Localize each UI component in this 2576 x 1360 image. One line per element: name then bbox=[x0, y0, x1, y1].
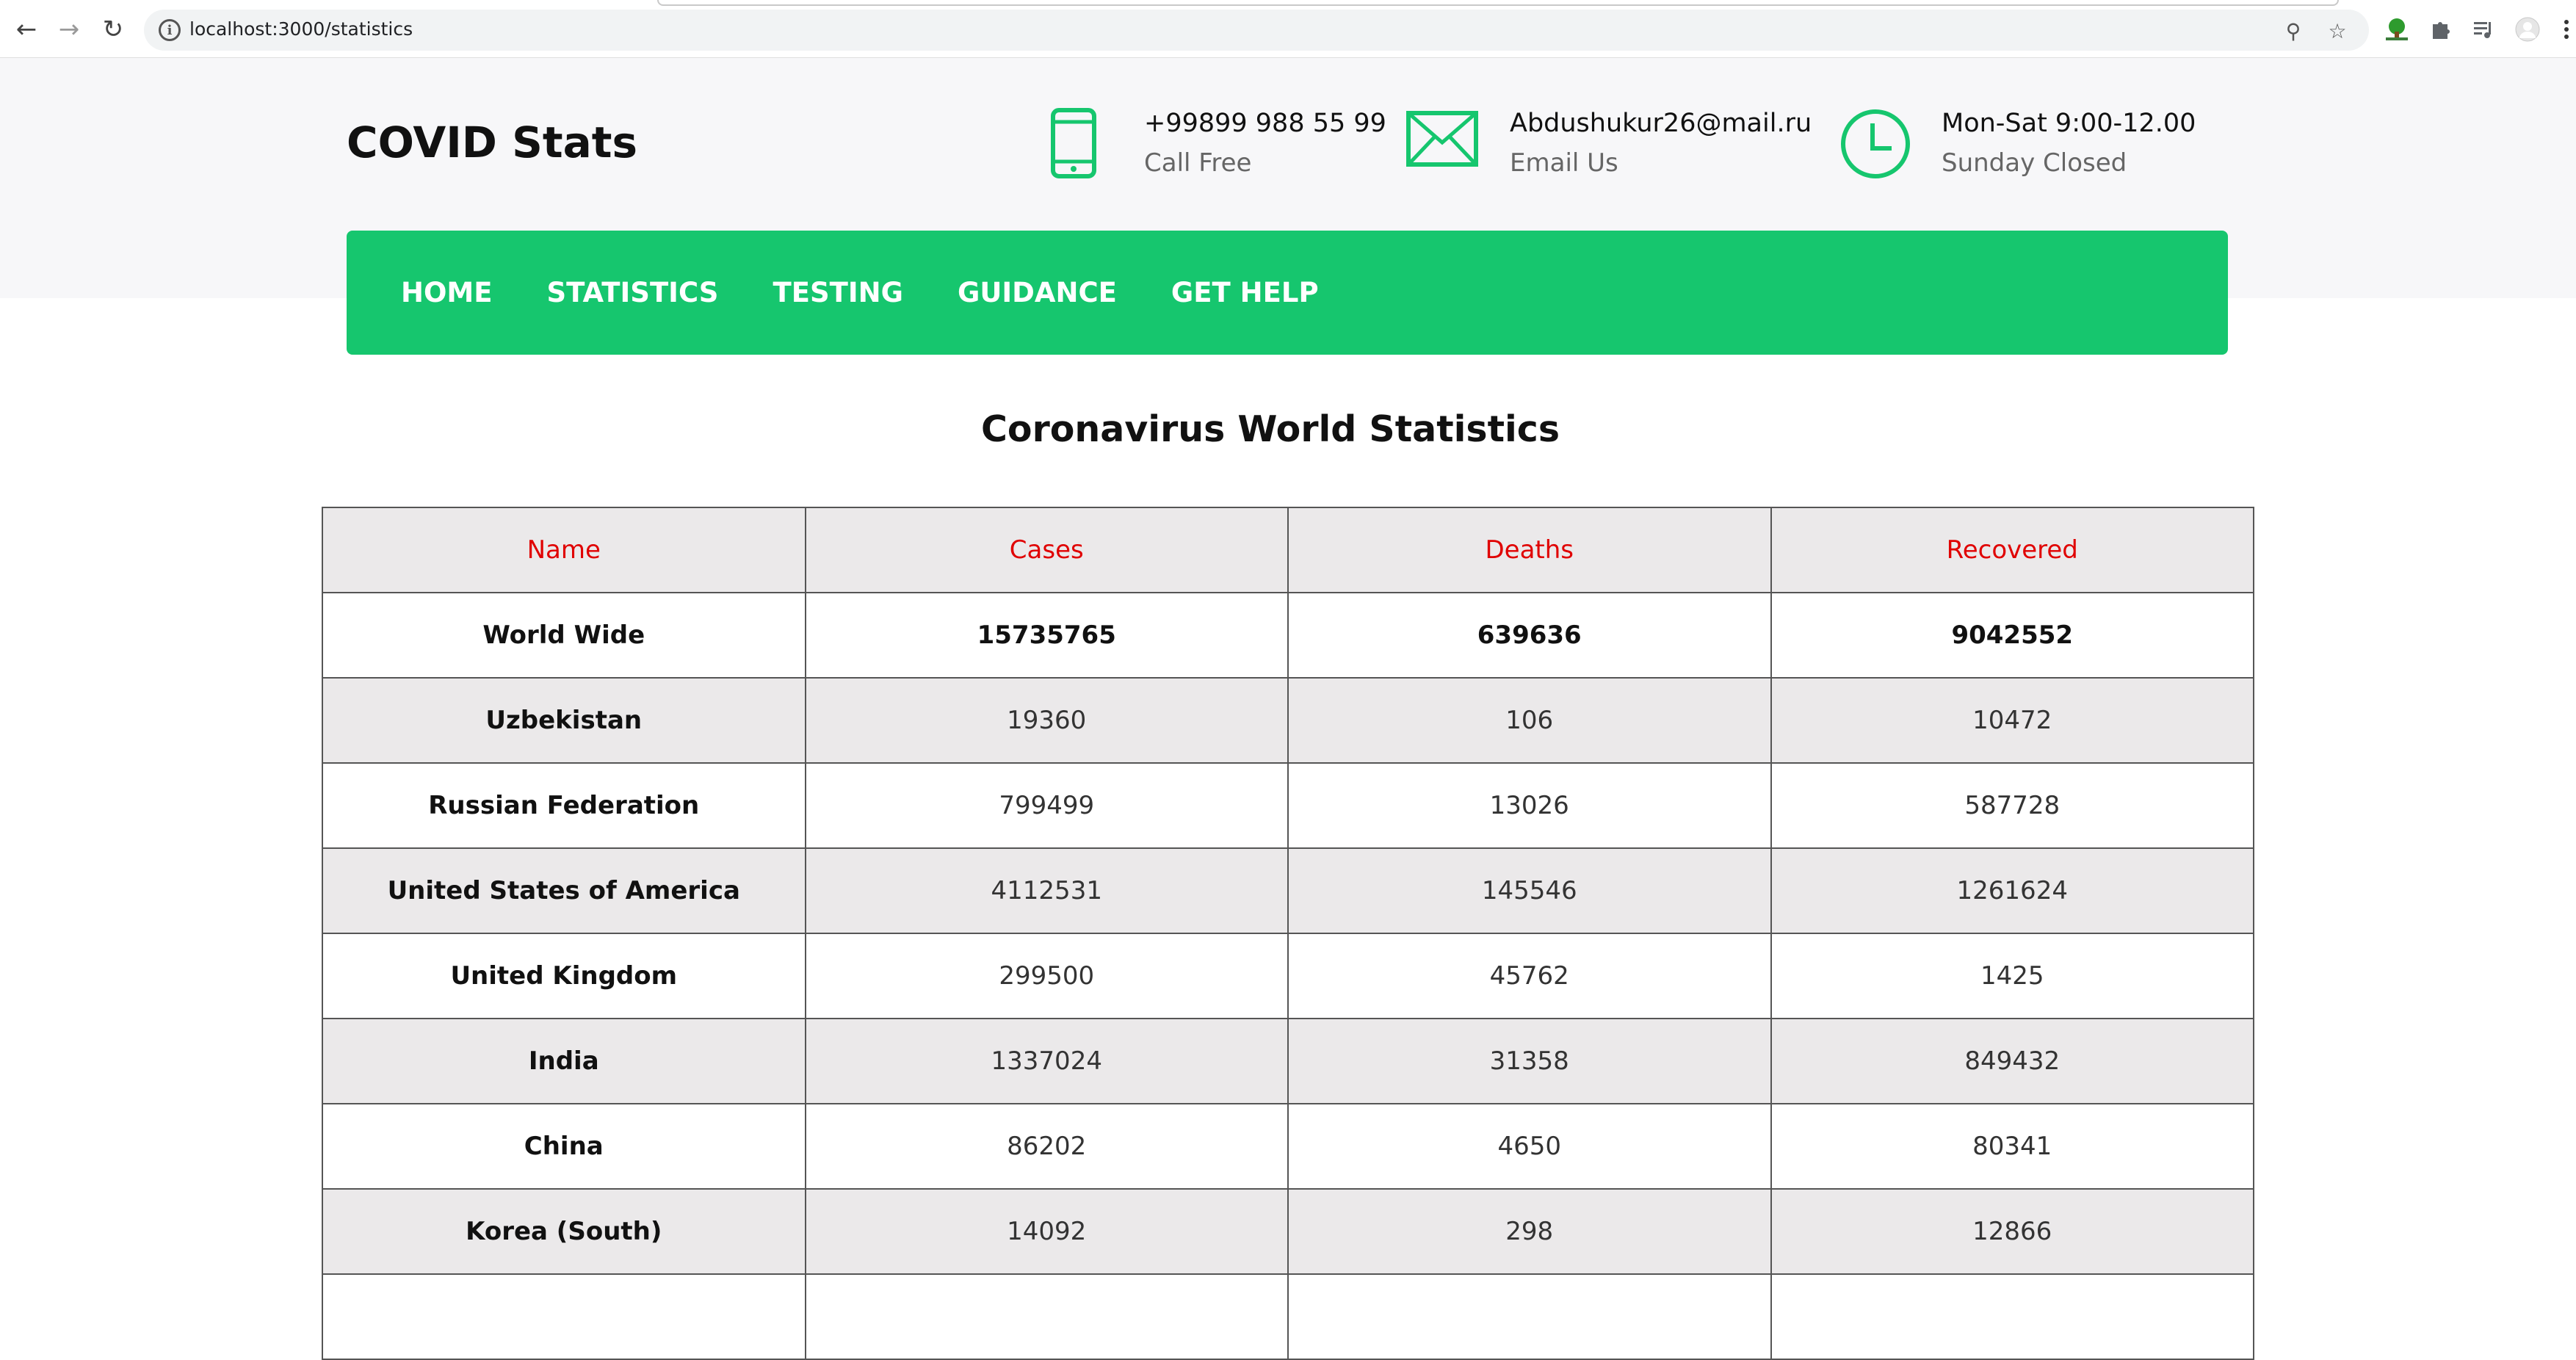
table-header-row: Name Cases Deaths Recovered bbox=[322, 507, 2254, 593]
deaths-cell: 45762 bbox=[1287, 933, 1772, 1019]
nav-item-guidance[interactable]: GUIDANCE bbox=[958, 277, 1117, 308]
cases-cell bbox=[804, 1273, 1289, 1360]
deaths-cell: 106 bbox=[1287, 677, 1772, 764]
tree-extension-icon[interactable] bbox=[2384, 16, 2410, 43]
recovered-cell: 9042552 bbox=[1770, 592, 2254, 679]
cases-cell: 15735765 bbox=[804, 592, 1289, 679]
cases-cell: 1337024 bbox=[804, 1018, 1289, 1104]
column-header-recovered: Recovered bbox=[1770, 507, 2254, 593]
browser-menu-icon[interactable] bbox=[2558, 16, 2575, 43]
deaths-cell bbox=[1287, 1273, 1772, 1360]
cases-cell: 299500 bbox=[804, 933, 1289, 1019]
url-text[interactable]: localhost:3000/statistics bbox=[189, 18, 413, 40]
deaths-cell: 13026 bbox=[1287, 762, 1772, 849]
nav-item-get-help[interactable]: GET HELP bbox=[1171, 277, 1319, 308]
recovered-cell: 12866 bbox=[1770, 1188, 2254, 1275]
cases-cell: 86202 bbox=[804, 1103, 1289, 1190]
country-name-cell: United States of America bbox=[322, 847, 806, 934]
table-row: China 86202 4650 80341 bbox=[322, 1103, 2254, 1190]
media-control-icon[interactable] bbox=[2470, 16, 2497, 43]
deaths-cell: 639636 bbox=[1287, 592, 1772, 679]
table-row: Korea (South) 14092 298 12866 bbox=[322, 1188, 2254, 1275]
main-navigation: HOME STATISTICS TESTING GUIDANCE GET HEL… bbox=[347, 231, 2228, 355]
zoom-icon[interactable]: ⚲ bbox=[2281, 18, 2306, 43]
recovered-cell: 10472 bbox=[1770, 677, 2254, 764]
country-name-cell: Russian Federation bbox=[322, 762, 806, 849]
deaths-cell: 4650 bbox=[1287, 1103, 1772, 1190]
bookmark-star-icon[interactable]: ☆ bbox=[2325, 18, 2350, 43]
clock-icon bbox=[1839, 107, 1912, 184]
envelope-icon bbox=[1405, 107, 1479, 172]
country-name-cell: United Kingdom bbox=[322, 933, 806, 1019]
site-info-icon[interactable]: i bbox=[159, 19, 181, 41]
recovered-cell bbox=[1770, 1273, 2254, 1360]
browser-tab-edge bbox=[657, 0, 2339, 6]
phone-number: +99899 988 55 99 bbox=[1144, 109, 1386, 138]
recovered-cell: 80341 bbox=[1770, 1103, 2254, 1190]
column-header-deaths: Deaths bbox=[1287, 507, 1772, 593]
closed-days: Sunday Closed bbox=[1942, 148, 2127, 178]
phone-icon bbox=[1049, 107, 1100, 184]
email-caption: Email Us bbox=[1510, 148, 1618, 178]
cases-cell: 19360 bbox=[804, 677, 1289, 764]
cases-cell: 4112531 bbox=[804, 847, 1289, 934]
cases-cell: 14092 bbox=[804, 1188, 1289, 1275]
site-logo[interactable]: COVID Stats bbox=[347, 117, 637, 167]
table-row: United Kingdom 299500 45762 1425 bbox=[322, 933, 2254, 1019]
deaths-cell: 298 bbox=[1287, 1188, 1772, 1275]
country-name-cell: Korea (South) bbox=[322, 1188, 806, 1275]
table-row: India 1337024 31358 849432 bbox=[322, 1018, 2254, 1104]
table-row bbox=[322, 1273, 2254, 1360]
page-title: Coronavirus World Statistics bbox=[980, 408, 1560, 450]
profile-avatar-icon[interactable] bbox=[2514, 16, 2541, 43]
recovered-cell: 849432 bbox=[1770, 1018, 2254, 1104]
table-row: World Wide 15735765 639636 9042552 bbox=[322, 592, 2254, 679]
country-name-cell: China bbox=[322, 1103, 806, 1190]
recovered-cell: 587728 bbox=[1770, 762, 2254, 849]
country-name-cell: World Wide bbox=[322, 592, 806, 679]
deaths-cell: 145546 bbox=[1287, 847, 1772, 934]
table-row: Russian Federation 799499 13026 587728 bbox=[322, 762, 2254, 849]
nav-item-testing[interactable]: TESTING bbox=[773, 277, 903, 308]
nav-item-statistics[interactable]: STATISTICS bbox=[547, 277, 719, 308]
extensions-puzzle-icon[interactable] bbox=[2428, 16, 2454, 43]
country-name-cell: Uzbekistan bbox=[322, 677, 806, 764]
table-row: United States of America 4112531 145546 … bbox=[322, 847, 2254, 934]
column-header-cases: Cases bbox=[804, 507, 1289, 593]
cases-cell: 799499 bbox=[804, 762, 1289, 849]
nav-item-home[interactable]: HOME bbox=[401, 277, 493, 308]
phone-caption: Call Free bbox=[1144, 148, 1252, 178]
working-hours: Mon-Sat 9:00-12.00 bbox=[1942, 109, 2196, 138]
recovered-cell: 1261624 bbox=[1770, 847, 2254, 934]
column-header-name: Name bbox=[322, 507, 806, 593]
forward-arrow-icon[interactable]: → bbox=[53, 13, 85, 46]
reload-icon[interactable]: ↻ bbox=[97, 13, 129, 46]
table-row: Uzbekistan 19360 106 10472 bbox=[322, 677, 2254, 764]
country-name-cell bbox=[322, 1273, 806, 1360]
email-address: Abdushukur26@mail.ru bbox=[1510, 109, 1812, 138]
country-name-cell: India bbox=[322, 1018, 806, 1104]
back-arrow-icon[interactable]: ← bbox=[10, 13, 43, 46]
recovered-cell: 1425 bbox=[1770, 933, 2254, 1019]
browser-toolbar: ← → ↻ i localhost:3000/statistics ⚲ ☆ bbox=[0, 0, 2576, 58]
statistics-table: Name Cases Deaths Recovered World Wide 1… bbox=[322, 507, 2254, 1360]
deaths-cell: 31358 bbox=[1287, 1018, 1772, 1104]
address-bar[interactable]: i localhost:3000/statistics ⚲ ☆ bbox=[144, 10, 2369, 51]
